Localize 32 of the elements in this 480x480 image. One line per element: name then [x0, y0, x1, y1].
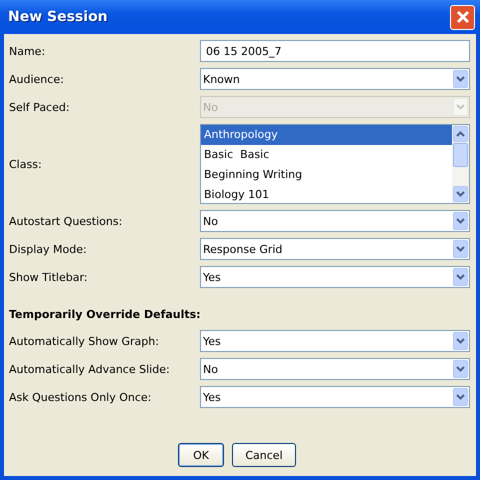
field-label: Name: — [9, 44, 46, 58]
scroll-thumb[interactable] — [453, 143, 468, 167]
list-item[interactable]: Basic Basic — [201, 145, 452, 165]
dropdown[interactable]: Yes — [200, 266, 470, 288]
field-label: Automatically Advance Slide: — [9, 362, 171, 376]
scroll-down-icon[interactable] — [453, 186, 468, 202]
scroll-up-icon[interactable] — [453, 126, 468, 142]
field-label: Self Paced: — [9, 100, 71, 114]
list-item[interactable]: Beginning Writing — [201, 165, 452, 185]
close-button[interactable] — [450, 4, 475, 30]
list-item[interactable]: Biology 101 — [201, 185, 452, 205]
section-heading: Temporarily Override Defaults: — [9, 308, 202, 322]
dropdown[interactable]: No — [200, 210, 470, 232]
close-icon — [454, 9, 470, 25]
name-field[interactable]: 06 15 2005_7 — [200, 40, 470, 62]
dropdown[interactable]: Response Grid — [200, 238, 470, 260]
window-title: New Session — [8, 9, 108, 25]
list-item[interactable]: Anthropology — [201, 125, 452, 145]
field-label: Autostart Questions: — [9, 214, 124, 228]
field-label: Class: — [9, 158, 43, 170]
field-label: Automatically Show Graph: — [9, 334, 160, 348]
dropdown[interactable]: No — [200, 358, 470, 380]
field-label: Display Mode: — [9, 242, 88, 256]
ok-button[interactable]: OK — [178, 443, 224, 467]
dropdown[interactable]: Yes — [200, 386, 470, 408]
scrollbar[interactable] — [452, 125, 469, 203]
dropdown[interactable]: Known — [200, 68, 470, 90]
cancel-button[interactable]: Cancel — [232, 443, 296, 467]
dropdown[interactable]: Yes — [200, 330, 470, 352]
field-label: Audience: — [9, 72, 65, 86]
field-label: Ask Questions Only Once: — [9, 390, 152, 404]
field-label: Show Titlebar: — [9, 270, 89, 284]
